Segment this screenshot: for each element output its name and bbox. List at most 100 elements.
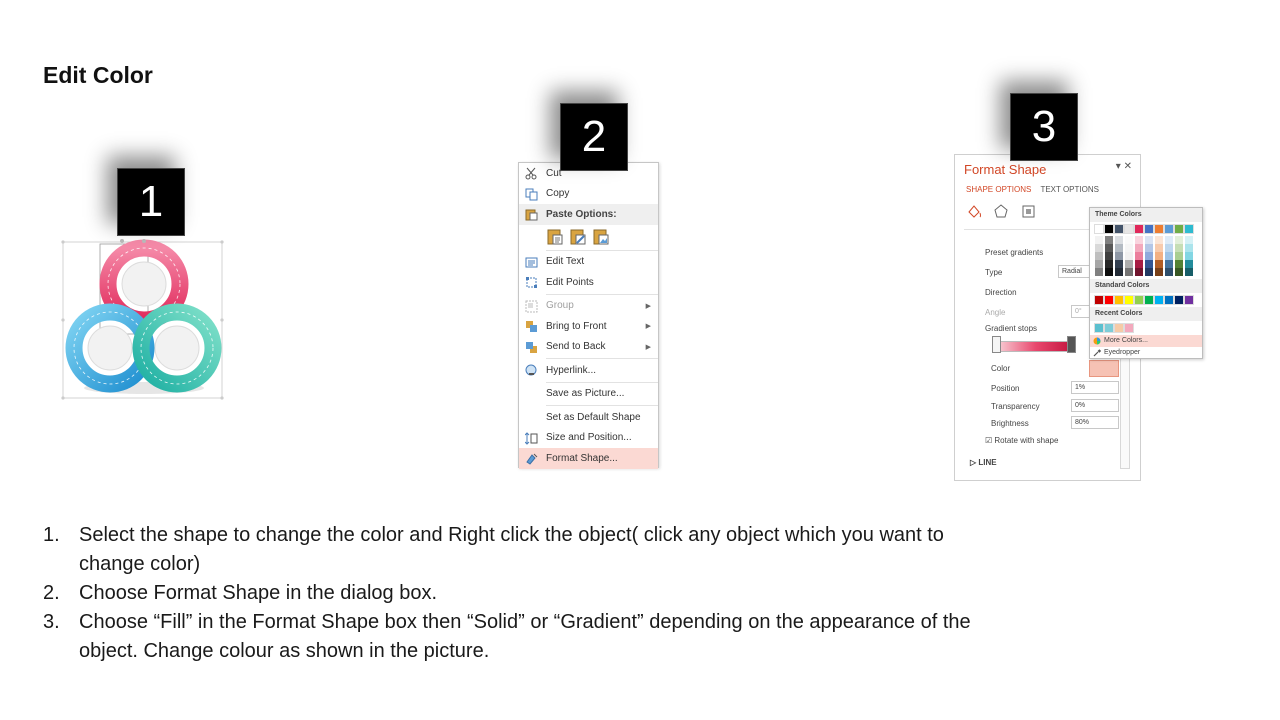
theme-shade-swatch[interactable] [1115, 244, 1123, 252]
standard-color-swatch[interactable] [1154, 295, 1164, 305]
theme-color-swatch[interactable] [1104, 224, 1114, 234]
tab-shape-options[interactable]: SHAPE OPTIONS [966, 185, 1031, 194]
position-field[interactable]: 1% [1071, 381, 1119, 394]
theme-shade-swatch[interactable] [1155, 268, 1163, 276]
menu-item-edit-text[interactable]: Edit Text [519, 252, 658, 273]
theme-shade-swatch[interactable] [1105, 244, 1113, 252]
close-icon[interactable]: ✕ [1124, 161, 1132, 172]
brightness-field[interactable]: 80% [1071, 416, 1119, 429]
theme-shade-swatch[interactable] [1095, 260, 1103, 268]
theme-shade-swatch[interactable] [1155, 260, 1163, 268]
theme-shade-swatch[interactable] [1185, 268, 1193, 276]
type-dropdown[interactable]: Radial [1058, 265, 1093, 278]
theme-shade-swatch[interactable] [1165, 260, 1173, 268]
fill-line-icon[interactable] [966, 203, 983, 220]
standard-color-swatch[interactable] [1114, 295, 1124, 305]
theme-color-swatch[interactable] [1144, 224, 1154, 234]
checkbox-checked-icon[interactable]: ☑ [985, 436, 992, 445]
standard-color-swatch[interactable] [1104, 295, 1114, 305]
theme-shade-swatch[interactable] [1145, 244, 1153, 252]
theme-shade-swatch[interactable] [1135, 244, 1143, 252]
standard-color-swatch[interactable] [1094, 295, 1104, 305]
standard-color-swatch[interactable] [1174, 295, 1184, 305]
theme-shade-swatch[interactable] [1105, 268, 1113, 276]
standard-color-swatch[interactable] [1164, 295, 1174, 305]
theme-shade-swatch[interactable] [1115, 260, 1123, 268]
eyedropper-item[interactable]: Eyedropper [1090, 347, 1202, 359]
standard-color-swatch[interactable] [1144, 295, 1154, 305]
theme-shade-swatch[interactable] [1175, 260, 1183, 268]
menu-item-hyperlink[interactable]: Hyperlink... [519, 360, 658, 381]
size-properties-icon[interactable] [1020, 203, 1037, 220]
gradient-stops-bar[interactable] [999, 341, 1073, 352]
theme-shade-swatch[interactable] [1175, 268, 1183, 276]
three-ring-shape[interactable] [60, 238, 225, 400]
theme-shade-swatch[interactable] [1165, 268, 1173, 276]
theme-shade-swatch[interactable] [1125, 260, 1133, 268]
theme-shade-swatch[interactable] [1095, 236, 1103, 244]
recent-color-swatch[interactable] [1094, 323, 1104, 333]
transparency-field[interactable]: 0% [1071, 399, 1119, 412]
recent-color-swatch[interactable] [1124, 323, 1134, 333]
theme-shade-swatch[interactable] [1175, 236, 1183, 244]
menu-item-set-default-shape[interactable]: Set as Default Shape [519, 407, 658, 428]
tab-text-options[interactable]: TEXT OPTIONS [1040, 185, 1099, 194]
theme-shade-swatch[interactable] [1145, 236, 1153, 244]
standard-color-swatch[interactable] [1134, 295, 1144, 305]
menu-item-save-as-picture[interactable]: Save as Picture... [519, 384, 658, 405]
menu-item-send-to-back[interactable]: Send to Back ▶ [519, 337, 658, 358]
theme-color-swatch[interactable] [1184, 224, 1194, 234]
menu-item-bring-to-front[interactable]: Bring to Front ▶ [519, 316, 658, 337]
theme-color-swatch[interactable] [1114, 224, 1124, 234]
theme-shade-swatch[interactable] [1165, 236, 1173, 244]
more-colors-item[interactable]: More Colors... [1090, 335, 1202, 347]
theme-shade-swatch[interactable] [1125, 252, 1133, 260]
theme-shade-swatch[interactable] [1155, 252, 1163, 260]
theme-color-swatch[interactable] [1154, 224, 1164, 234]
theme-shade-swatch[interactable] [1115, 252, 1123, 260]
theme-color-swatch[interactable] [1124, 224, 1134, 234]
theme-shade-swatch[interactable] [1185, 244, 1193, 252]
menu-item-size-and-position[interactable]: Size and Position... [519, 428, 658, 449]
theme-shade-swatch[interactable] [1135, 252, 1143, 260]
menu-item-copy[interactable]: Copy [519, 184, 658, 205]
theme-shade-swatch[interactable] [1185, 252, 1193, 260]
theme-shade-swatch[interactable] [1155, 244, 1163, 252]
paste-source-icon[interactable] [569, 228, 587, 246]
theme-color-swatch[interactable] [1094, 224, 1104, 234]
theme-shade-swatch[interactable] [1105, 260, 1113, 268]
theme-shade-swatch[interactable] [1115, 268, 1123, 276]
theme-shade-swatch[interactable] [1125, 236, 1133, 244]
theme-shade-swatch[interactable] [1095, 268, 1103, 276]
theme-shade-swatch[interactable] [1135, 236, 1143, 244]
recent-color-swatch[interactable] [1114, 323, 1124, 333]
menu-item-group[interactable]: Group ▶ [519, 296, 658, 317]
theme-shade-swatch[interactable] [1145, 260, 1153, 268]
gradient-stop-handle[interactable] [1067, 336, 1076, 353]
theme-shade-swatch[interactable] [1175, 244, 1183, 252]
theme-color-swatch[interactable] [1134, 224, 1144, 234]
theme-color-swatch[interactable] [1164, 224, 1174, 234]
standard-color-swatch[interactable] [1184, 295, 1194, 305]
effects-icon[interactable] [993, 203, 1010, 220]
theme-shade-swatch[interactable] [1135, 268, 1143, 276]
theme-shade-swatch[interactable] [1105, 236, 1113, 244]
paste-theme-icon[interactable] [546, 228, 564, 246]
theme-shade-swatch[interactable] [1155, 236, 1163, 244]
menu-item-edit-points[interactable]: Edit Points [519, 272, 658, 293]
line-section[interactable]: ▷ LINE [970, 458, 997, 467]
theme-shade-swatch[interactable] [1185, 260, 1193, 268]
theme-shade-swatch[interactable] [1175, 252, 1183, 260]
theme-shade-swatch[interactable] [1145, 252, 1153, 260]
theme-shade-swatch[interactable] [1095, 244, 1103, 252]
gradient-stop-handle[interactable] [992, 336, 1001, 353]
recent-color-swatch[interactable] [1104, 323, 1114, 333]
theme-shade-swatch[interactable] [1105, 252, 1113, 260]
color-picker-button[interactable] [1089, 360, 1119, 377]
theme-color-swatch[interactable] [1174, 224, 1184, 234]
theme-shade-swatch[interactable] [1125, 268, 1133, 276]
theme-shade-swatch[interactable] [1165, 252, 1173, 260]
theme-shade-swatch[interactable] [1095, 252, 1103, 260]
standard-color-swatch[interactable] [1124, 295, 1134, 305]
theme-shade-swatch[interactable] [1135, 260, 1143, 268]
